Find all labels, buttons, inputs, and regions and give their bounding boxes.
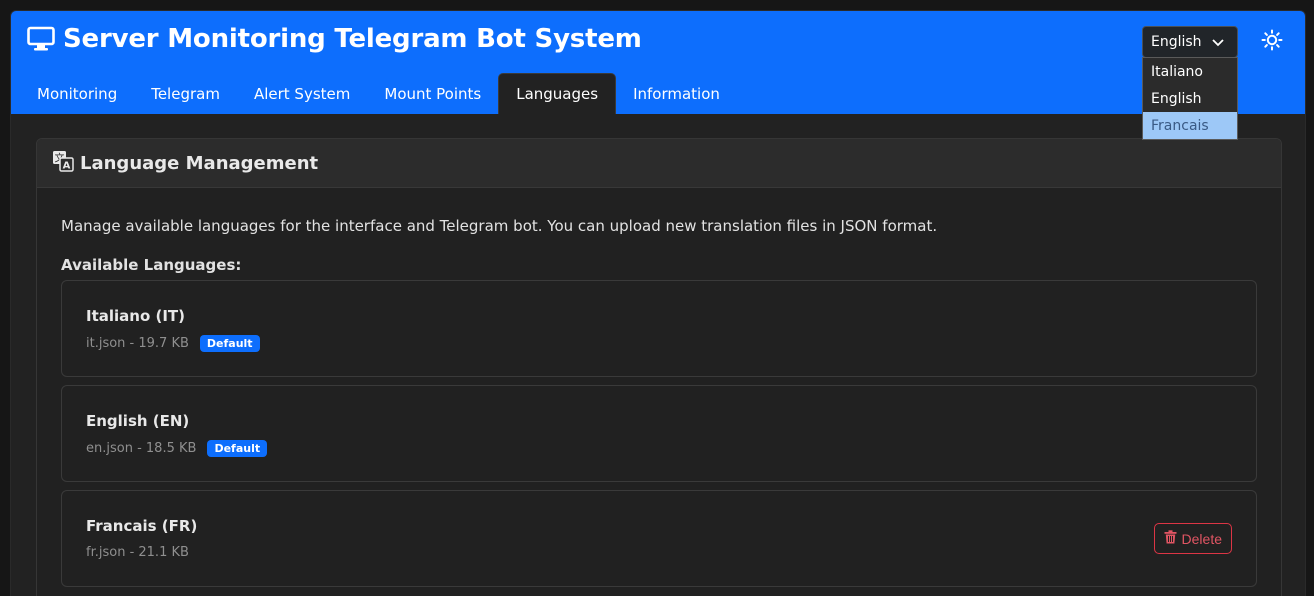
available-languages-label: Available Languages: bbox=[61, 256, 242, 274]
monitor-icon bbox=[27, 26, 55, 52]
card-title: Language Management bbox=[80, 152, 319, 174]
language-option-italiano[interactable]: Italiano bbox=[1143, 58, 1237, 85]
language-option-english[interactable]: English bbox=[1143, 85, 1237, 112]
default-badge: Default bbox=[199, 335, 260, 352]
tab-information[interactable]: Information bbox=[616, 73, 737, 114]
language-select-value: English bbox=[1151, 34, 1202, 50]
intro-text: Manage available languages for the inter… bbox=[61, 217, 938, 235]
language-file: fr.json - 21.1 KB bbox=[86, 545, 189, 560]
language-select[interactable]: English bbox=[1142, 26, 1238, 58]
tab-monitoring[interactable]: Monitoring bbox=[20, 73, 134, 114]
theme-toggle[interactable] bbox=[1259, 29, 1285, 55]
main-tabs: Monitoring Telegram Alert System Mount P… bbox=[20, 73, 737, 114]
card-header: 文 A Language Management bbox=[37, 139, 1281, 188]
tab-languages[interactable]: Languages bbox=[498, 73, 617, 114]
app-title-text: Server Monitoring Telegram Bot System bbox=[63, 24, 642, 54]
language-meta: fr.json - 21.1 KB bbox=[86, 545, 189, 560]
header-bar: Server Monitoring Telegram Bot System Mo… bbox=[11, 11, 1305, 114]
language-item-fr: Francais (FR) fr.json - 21.1 KB Delete bbox=[61, 490, 1257, 587]
tab-alert-system[interactable]: Alert System bbox=[237, 73, 367, 114]
language-meta: en.json - 18.5 KB Default bbox=[86, 440, 268, 457]
delete-language-button[interactable]: Delete bbox=[1153, 523, 1232, 554]
chevron-down-icon bbox=[1211, 35, 1225, 53]
tab-telegram[interactable]: Telegram bbox=[134, 73, 237, 114]
language-name: Francais (FR) bbox=[86, 517, 198, 535]
language-file: en.json - 18.5 KB bbox=[86, 441, 197, 456]
language-option-francais[interactable]: Francais bbox=[1143, 112, 1237, 139]
translate-icon: 文 A bbox=[52, 150, 74, 176]
sun-icon bbox=[1261, 29, 1283, 55]
language-name: Italiano (IT) bbox=[86, 307, 186, 325]
language-management-card: 文 A Language Management Manage available… bbox=[36, 138, 1282, 596]
trash-icon bbox=[1164, 530, 1177, 547]
language-meta: it.json - 19.7 KB Default bbox=[86, 335, 260, 352]
language-dropdown-menu: Italiano English Francais bbox=[1142, 57, 1238, 140]
tab-mount-points[interactable]: Mount Points bbox=[367, 73, 498, 114]
language-file: it.json - 19.7 KB bbox=[86, 336, 189, 351]
language-item-it: Italiano (IT) it.json - 19.7 KB Default bbox=[61, 280, 1257, 377]
app-window: Server Monitoring Telegram Bot System Mo… bbox=[10, 10, 1306, 596]
delete-label: Delete bbox=[1181, 530, 1222, 547]
default-badge: Default bbox=[207, 440, 268, 457]
language-name: English (EN) bbox=[86, 412, 190, 430]
app-title: Server Monitoring Telegram Bot System bbox=[27, 24, 642, 54]
svg-text:A: A bbox=[63, 161, 71, 172]
language-item-en: English (EN) en.json - 18.5 KB Default bbox=[61, 385, 1257, 482]
